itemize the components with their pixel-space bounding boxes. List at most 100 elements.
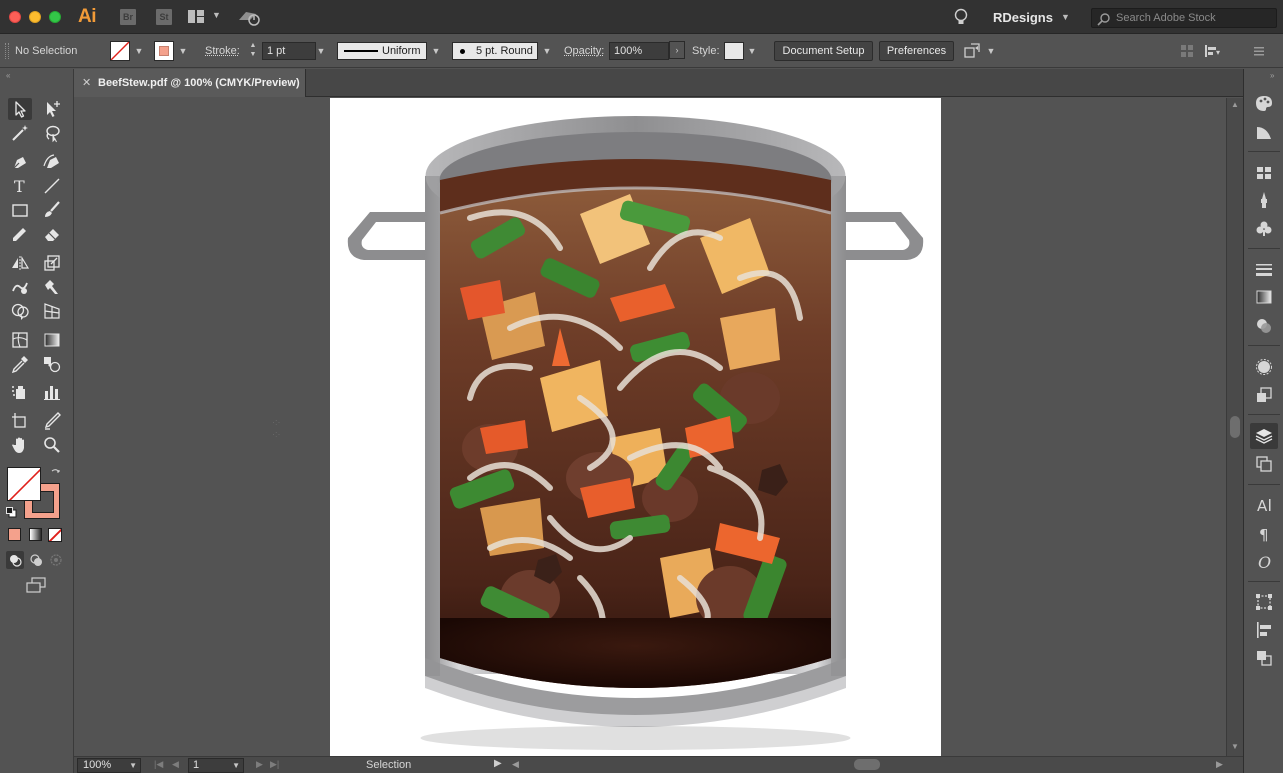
gradient-mode-button[interactable] — [29, 528, 42, 541]
canvas[interactable]: ·:· ·:· — [74, 98, 1226, 756]
chevron-down-icon[interactable]: ▼ — [212, 10, 221, 20]
gradient-tool-icon[interactable] — [40, 329, 64, 351]
type-tool-icon[interactable]: T — [8, 175, 32, 197]
swatches-icon[interactable] — [1254, 163, 1274, 183]
arrange-dropdown[interactable]: ▼ — [984, 41, 998, 61]
paintbrush-tool-icon[interactable] — [40, 199, 64, 221]
screen-mode-icon[interactable] — [24, 576, 48, 594]
brush-dropdown[interactable]: ▼ — [540, 41, 554, 61]
artboards-icon[interactable] — [1254, 454, 1274, 474]
warp-tool-icon[interactable] — [8, 276, 32, 298]
rectangle-tool-icon[interactable] — [8, 199, 32, 221]
scroll-up-arrow[interactable]: ▲ — [1231, 100, 1239, 109]
zoom-tool-icon[interactable] — [40, 434, 64, 456]
fill-dropdown-chevron[interactable]: ▼ — [132, 41, 146, 61]
variable-width-profile[interactable]: Uniform — [337, 42, 427, 60]
stock-button[interactable]: St — [156, 9, 172, 25]
stock-search-input[interactable] — [1116, 11, 1274, 25]
opacity-field[interactable]: 100% — [609, 42, 669, 60]
selection-tool-icon[interactable] — [8, 98, 32, 120]
appearance-icon[interactable] — [1254, 357, 1274, 377]
brush-definition[interactable]: 5 pt. Round — [452, 42, 538, 60]
curvature-tool-icon[interactable] — [40, 151, 64, 173]
hand-tool-icon[interactable] — [8, 434, 32, 456]
stroke-label[interactable]: Stroke: — [205, 45, 240, 57]
shape-builder-tool-icon[interactable] — [8, 300, 32, 322]
pathfinder-icon[interactable] — [1254, 648, 1274, 668]
symbols-icon[interactable] — [1254, 219, 1274, 239]
pen-tool-icon[interactable] — [8, 151, 32, 173]
lasso-tool-icon[interactable] — [40, 122, 64, 144]
close-tab-icon[interactable]: ✕ — [82, 76, 91, 89]
profile-dropdown[interactable]: ▼ — [429, 41, 443, 61]
style-dropdown[interactable]: ▼ — [745, 41, 759, 61]
stroke-dropdown-chevron[interactable]: ▼ — [176, 41, 190, 61]
document-setup-button[interactable]: Document Setup — [774, 41, 873, 61]
workspace-switcher[interactable]: RDesigns — [993, 10, 1053, 25]
draw-behind-icon[interactable] — [27, 551, 45, 569]
stroke-weight-stepper[interactable]: ▲ ▼ — [246, 41, 260, 61]
bridge-button[interactable]: Br — [120, 9, 136, 25]
transparency-icon[interactable] — [1254, 316, 1274, 336]
arrange-documents-icon[interactable] — [188, 10, 204, 23]
stroke-panel-icon[interactable] — [1254, 260, 1274, 280]
scroll-right-arrow[interactable]: ▶ — [1216, 759, 1223, 770]
status-menu-arrow[interactable]: ▶ — [494, 758, 502, 769]
graphic-styles-icon[interactable] — [1254, 385, 1274, 405]
stroke-weight-field[interactable]: 1 pt — [262, 42, 316, 60]
magic-wand-tool-icon[interactable] — [8, 122, 32, 144]
artboard-tool-icon[interactable] — [8, 410, 32, 432]
color-panel-icon[interactable] — [1254, 93, 1274, 113]
scroll-down-arrow[interactable]: ▼ — [1231, 742, 1239, 751]
preferences-button[interactable]: Preferences — [879, 41, 954, 61]
opentype-icon[interactable]: O — [1254, 552, 1274, 572]
zoom-window-button[interactable] — [49, 11, 61, 23]
control-bar-grip[interactable] — [5, 43, 9, 59]
reflect-tool-icon[interactable] — [8, 252, 32, 274]
default-fill-stroke-icon[interactable] — [6, 507, 17, 518]
vertical-scroll-thumb[interactable] — [1230, 416, 1240, 438]
mesh-tool-icon[interactable] — [8, 329, 32, 351]
perspective-grid-tool-icon[interactable] — [40, 300, 64, 322]
brushes-icon[interactable] — [1254, 190, 1274, 210]
scale-tool-icon[interactable] — [40, 252, 64, 274]
transform-icon[interactable] — [1254, 592, 1274, 612]
color-mode-button[interactable] — [8, 528, 21, 541]
last-artboard-icon[interactable]: ▶| — [270, 759, 279, 770]
opacity-arrow[interactable]: › — [669, 41, 685, 59]
direct-selection-tool-icon[interactable] — [40, 98, 64, 120]
draw-inside-icon[interactable] — [47, 551, 65, 569]
previous-artboard-icon[interactable]: ◀ — [172, 759, 179, 770]
zoom-dropdown-chevron[interactable]: ▼ — [129, 759, 137, 772]
paragraph-icon[interactable]: ¶ — [1254, 524, 1274, 544]
fill-color-swatch[interactable] — [110, 41, 130, 61]
stroke-weight-dropdown[interactable]: ▼ — [314, 41, 328, 61]
collapse-toolbar-icon[interactable]: « — [6, 71, 10, 80]
shaper-tool-icon[interactable] — [8, 223, 32, 245]
minimize-window-button[interactable] — [29, 11, 41, 23]
slice-tool-icon[interactable] — [40, 410, 64, 432]
opacity-label[interactable]: Opacity: — [564, 45, 604, 57]
beef-stew-pot-artwork[interactable] — [330, 98, 941, 756]
arrange-icon[interactable] — [963, 42, 981, 60]
puppet-warp-tool-icon[interactable] — [40, 276, 64, 298]
first-artboard-icon[interactable]: |◀ — [154, 759, 163, 770]
document-tab[interactable]: ✕ BeefStew.pdf @ 100% (CMYK/Preview) — [74, 69, 306, 97]
layers-icon[interactable] — [1250, 423, 1278, 449]
horizontal-scroll-thumb[interactable] — [854, 759, 880, 770]
stock-search-box[interactable] — [1091, 8, 1277, 28]
color-guide-icon[interactable] — [1254, 122, 1274, 142]
draw-normal-icon[interactable] — [6, 551, 24, 569]
swap-fill-stroke-icon[interactable] — [50, 467, 62, 479]
align-icon[interactable] — [1254, 620, 1274, 640]
artboard[interactable] — [330, 98, 941, 756]
column-graph-tool-icon[interactable] — [40, 381, 64, 403]
graphic-style-swatch[interactable] — [724, 42, 744, 60]
lightbulb-icon[interactable] — [954, 8, 968, 26]
symbol-sprayer-tool-icon[interactable] — [8, 381, 32, 403]
next-artboard-icon[interactable]: ▶ — [256, 759, 263, 770]
close-window-button[interactable] — [9, 11, 21, 23]
eyedropper-tool-icon[interactable] — [8, 353, 32, 375]
artboard-dropdown-chevron[interactable]: ▼ — [232, 759, 240, 772]
control-bar-menu-icon[interactable] — [1252, 44, 1266, 58]
